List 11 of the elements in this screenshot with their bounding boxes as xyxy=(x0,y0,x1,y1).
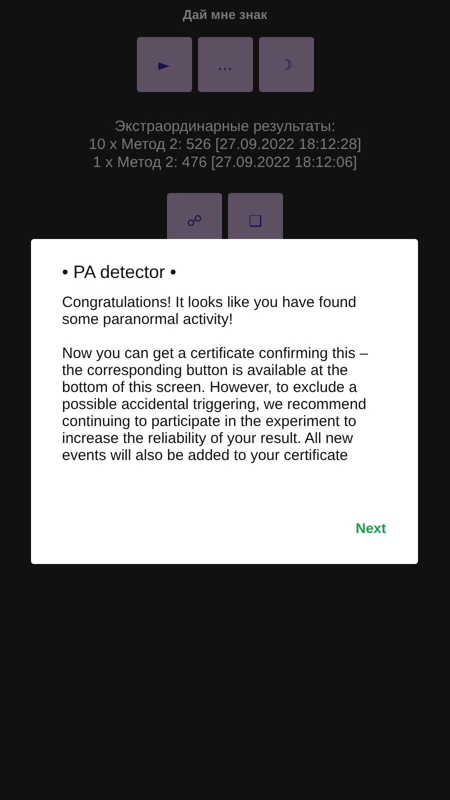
results-heading: Экстраординарные результаты: xyxy=(114,118,336,136)
next-button[interactable]: Next xyxy=(354,516,388,540)
screen-title: Дай мне знак xyxy=(182,6,268,24)
action-button[interactable]: … xyxy=(198,37,252,92)
action-button[interactable]: ► xyxy=(136,37,192,92)
result-line: 1 x Метод 2: 476 [27.09.2022 18:12:06] xyxy=(92,154,358,172)
result-line: 10 x Метод 2: 526 [27.09.2022 18:12:28] xyxy=(88,136,362,154)
dialog-title: • PA detector • xyxy=(62,261,178,283)
dialog-message: Congratulations! It looks like you have found some paranormal activity! xyxy=(62,294,358,328)
dialog-message: Now you can get a certificate confirming this – the corresponding button is available at the bottom of this screen. However, to exclude a possible accidental triggering, we recommend continuing to participate in the experiment to increase the reliability of your result. All new events will also be added to your certificate xyxy=(62,345,369,464)
action-button[interactable]: ☽ xyxy=(258,37,314,92)
